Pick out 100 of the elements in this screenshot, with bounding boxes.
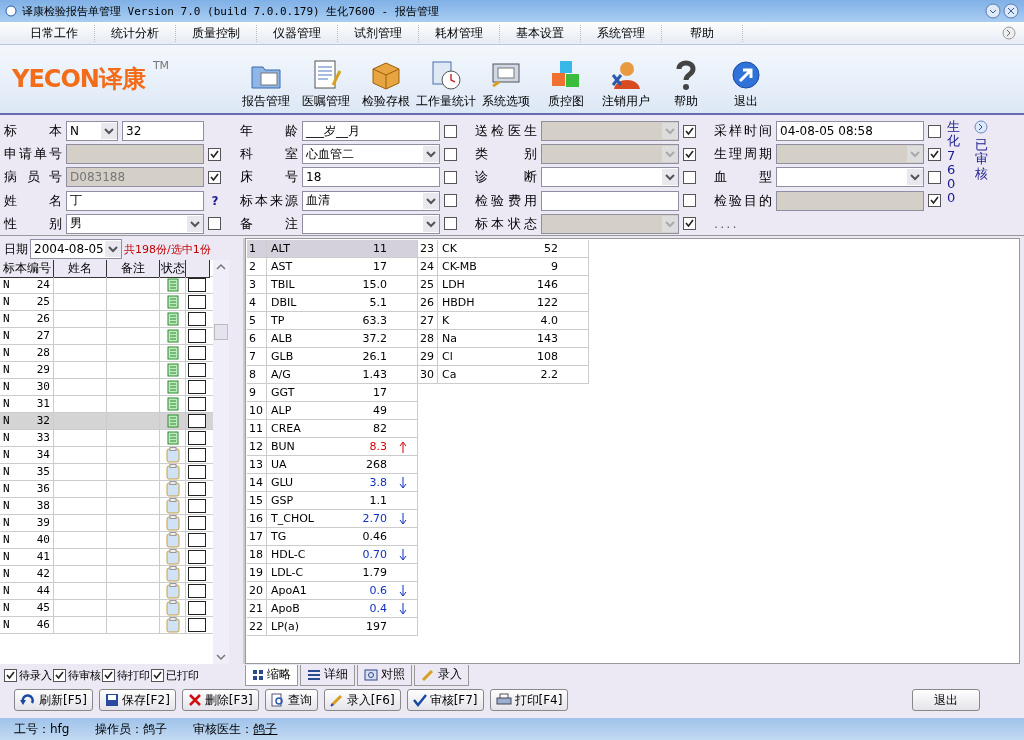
number-field[interactable]: 32 — [122, 121, 204, 141]
action-button[interactable]: 删除[F3] — [181, 689, 259, 711]
select-field[interactable] — [541, 167, 679, 188]
toolbar-button[interactable]: 质控图 — [536, 59, 596, 113]
action-button[interactable]: 打印[F4] — [489, 689, 569, 711]
checkbox[interactable] — [188, 346, 206, 360]
checkbox[interactable] — [444, 170, 457, 184]
checkbox[interactable] — [444, 194, 457, 208]
result-row[interactable]: 20 ApoA1 0.6 — [247, 582, 417, 600]
select-field[interactable]: 男 — [66, 213, 204, 234]
checkbox[interactable] — [53, 668, 66, 682]
view-tab[interactable]: 详细 — [300, 664, 355, 686]
result-row[interactable]: 25 LDH 146 — [418, 276, 588, 294]
checkbox[interactable] — [188, 533, 206, 547]
menu-item[interactable]: 统计分析 — [95, 24, 176, 42]
specimen-row[interactable]: N 29 — [0, 362, 213, 379]
checkbox[interactable] — [188, 465, 206, 479]
checkbox[interactable] — [188, 295, 206, 309]
chevron-icon[interactable] — [1002, 26, 1016, 40]
select-field[interactable]: 心血管二 — [302, 144, 440, 165]
scrollbar[interactable] — [213, 260, 229, 664]
result-row[interactable]: 10 ALP 49 — [247, 402, 417, 420]
result-row[interactable]: 15 GSP 1.1 — [247, 492, 417, 510]
specimen-row[interactable]: N 44 — [0, 583, 213, 600]
checkbox[interactable] — [4, 668, 17, 682]
result-row[interactable]: 12 BUN 8.3 — [247, 438, 417, 456]
date-select[interactable]: 2004-08-05 — [30, 239, 122, 259]
result-row[interactable]: 11 CREA 82 — [247, 420, 417, 438]
checkbox[interactable] — [188, 380, 206, 394]
checkbox[interactable] — [928, 124, 941, 138]
menu-item[interactable]: 日常工作 — [14, 24, 95, 42]
checkbox[interactable] — [444, 124, 457, 138]
toolbar-button[interactable]: 检验存根 — [356, 59, 416, 113]
specimen-row[interactable]: N 46 — [0, 617, 213, 634]
result-row[interactable]: 3 TBIL 15.0 — [247, 276, 417, 294]
result-row[interactable]: 23 CK 52 — [418, 240, 588, 258]
specimen-row[interactable]: N 35 — [0, 464, 213, 481]
result-row[interactable]: 6 ALB 37.2 — [247, 330, 417, 348]
result-row[interactable]: 18 HDL-C 0.70 — [247, 546, 417, 564]
result-row[interactable]: 9 GGT 17 — [247, 384, 417, 402]
text-field[interactable]: 18 — [302, 167, 440, 188]
checkbox[interactable] — [188, 431, 206, 445]
result-row[interactable]: 22 LP(a) 197 — [247, 618, 417, 636]
checkbox[interactable] — [188, 516, 206, 530]
specimen-row[interactable]: N 38 — [0, 498, 213, 515]
checkbox[interactable] — [188, 329, 206, 343]
result-row[interactable]: 8 A/G 1.43 — [247, 366, 417, 384]
result-row[interactable]: 4 DBIL 5.1 — [247, 294, 417, 312]
checkbox[interactable] — [188, 482, 206, 496]
checkbox[interactable] — [208, 147, 221, 161]
specimen-row[interactable]: N 28 — [0, 345, 213, 362]
checkbox[interactable] — [188, 397, 206, 411]
toolbar-button[interactable]: 帮助 — [656, 59, 716, 113]
menu-item[interactable]: 基本设置 — [500, 24, 581, 42]
result-row[interactable]: 1 ALT 11 — [247, 240, 417, 258]
result-row[interactable]: 2 AST 17 — [247, 258, 417, 276]
exit-button[interactable]: 退出 — [912, 689, 980, 711]
toolbar-button[interactable]: 医嘱管理 — [296, 59, 356, 113]
select-field[interactable] — [776, 167, 924, 188]
action-button[interactable]: 刷新[F5] — [14, 689, 93, 711]
specimen-row[interactable]: N 39 — [0, 515, 213, 532]
view-tab[interactable]: 对照 — [357, 664, 412, 686]
result-row[interactable]: 14 GLU 3.8 — [247, 474, 417, 492]
checkbox[interactable] — [151, 668, 164, 682]
checkbox[interactable] — [683, 124, 696, 138]
result-row[interactable]: 21 ApoB 0.4 — [247, 600, 417, 618]
checkbox[interactable] — [188, 278, 206, 292]
result-row[interactable]: 17 TG 0.46 — [247, 528, 417, 546]
view-tab[interactable]: 缩略 — [245, 664, 298, 686]
scroll-thumb[interactable] — [214, 324, 228, 340]
menu-item[interactable]: 质量控制 — [176, 24, 257, 42]
specimen-row[interactable]: N 45 — [0, 600, 213, 617]
checkbox[interactable] — [188, 312, 206, 326]
text-field[interactable]: 04-08-05 08:58 — [776, 121, 924, 141]
checkbox[interactable] — [188, 601, 206, 615]
menu-item[interactable]: 帮助 — [662, 24, 743, 42]
result-row[interactable]: 29 Cl 108 — [418, 348, 588, 366]
action-button[interactable]: 查询 — [264, 689, 318, 711]
result-row[interactable]: 27 K 4.0 — [418, 312, 588, 330]
help-mark[interactable]: ? — [208, 193, 222, 208]
toolbar-button[interactable]: 报告管理 — [236, 59, 296, 113]
prefix-select[interactable]: N — [66, 121, 118, 141]
checkbox[interactable] — [928, 147, 941, 161]
text-field[interactable] — [541, 190, 679, 211]
checkbox[interactable] — [188, 363, 206, 377]
text-field[interactable]: 丁 — [66, 190, 204, 211]
menu-item[interactable]: 系统管理 — [581, 24, 662, 42]
select-field[interactable]: 血清 — [302, 190, 440, 211]
checkbox[interactable] — [208, 217, 221, 231]
menu-item[interactable]: 试剂管理 — [338, 24, 419, 42]
checkbox[interactable] — [188, 584, 206, 598]
checkbox[interactable] — [928, 170, 941, 184]
action-button[interactable]: 保存[F2] — [98, 689, 176, 711]
checkbox[interactable] — [444, 147, 457, 161]
checkbox[interactable] — [188, 499, 206, 513]
specimen-row[interactable]: N 36 — [0, 481, 213, 498]
specimen-row[interactable]: N 40 — [0, 532, 213, 549]
window-buttons-icon[interactable] — [984, 3, 1020, 19]
specimen-row[interactable]: N 32 — [0, 413, 213, 430]
checkbox[interactable] — [188, 550, 206, 564]
